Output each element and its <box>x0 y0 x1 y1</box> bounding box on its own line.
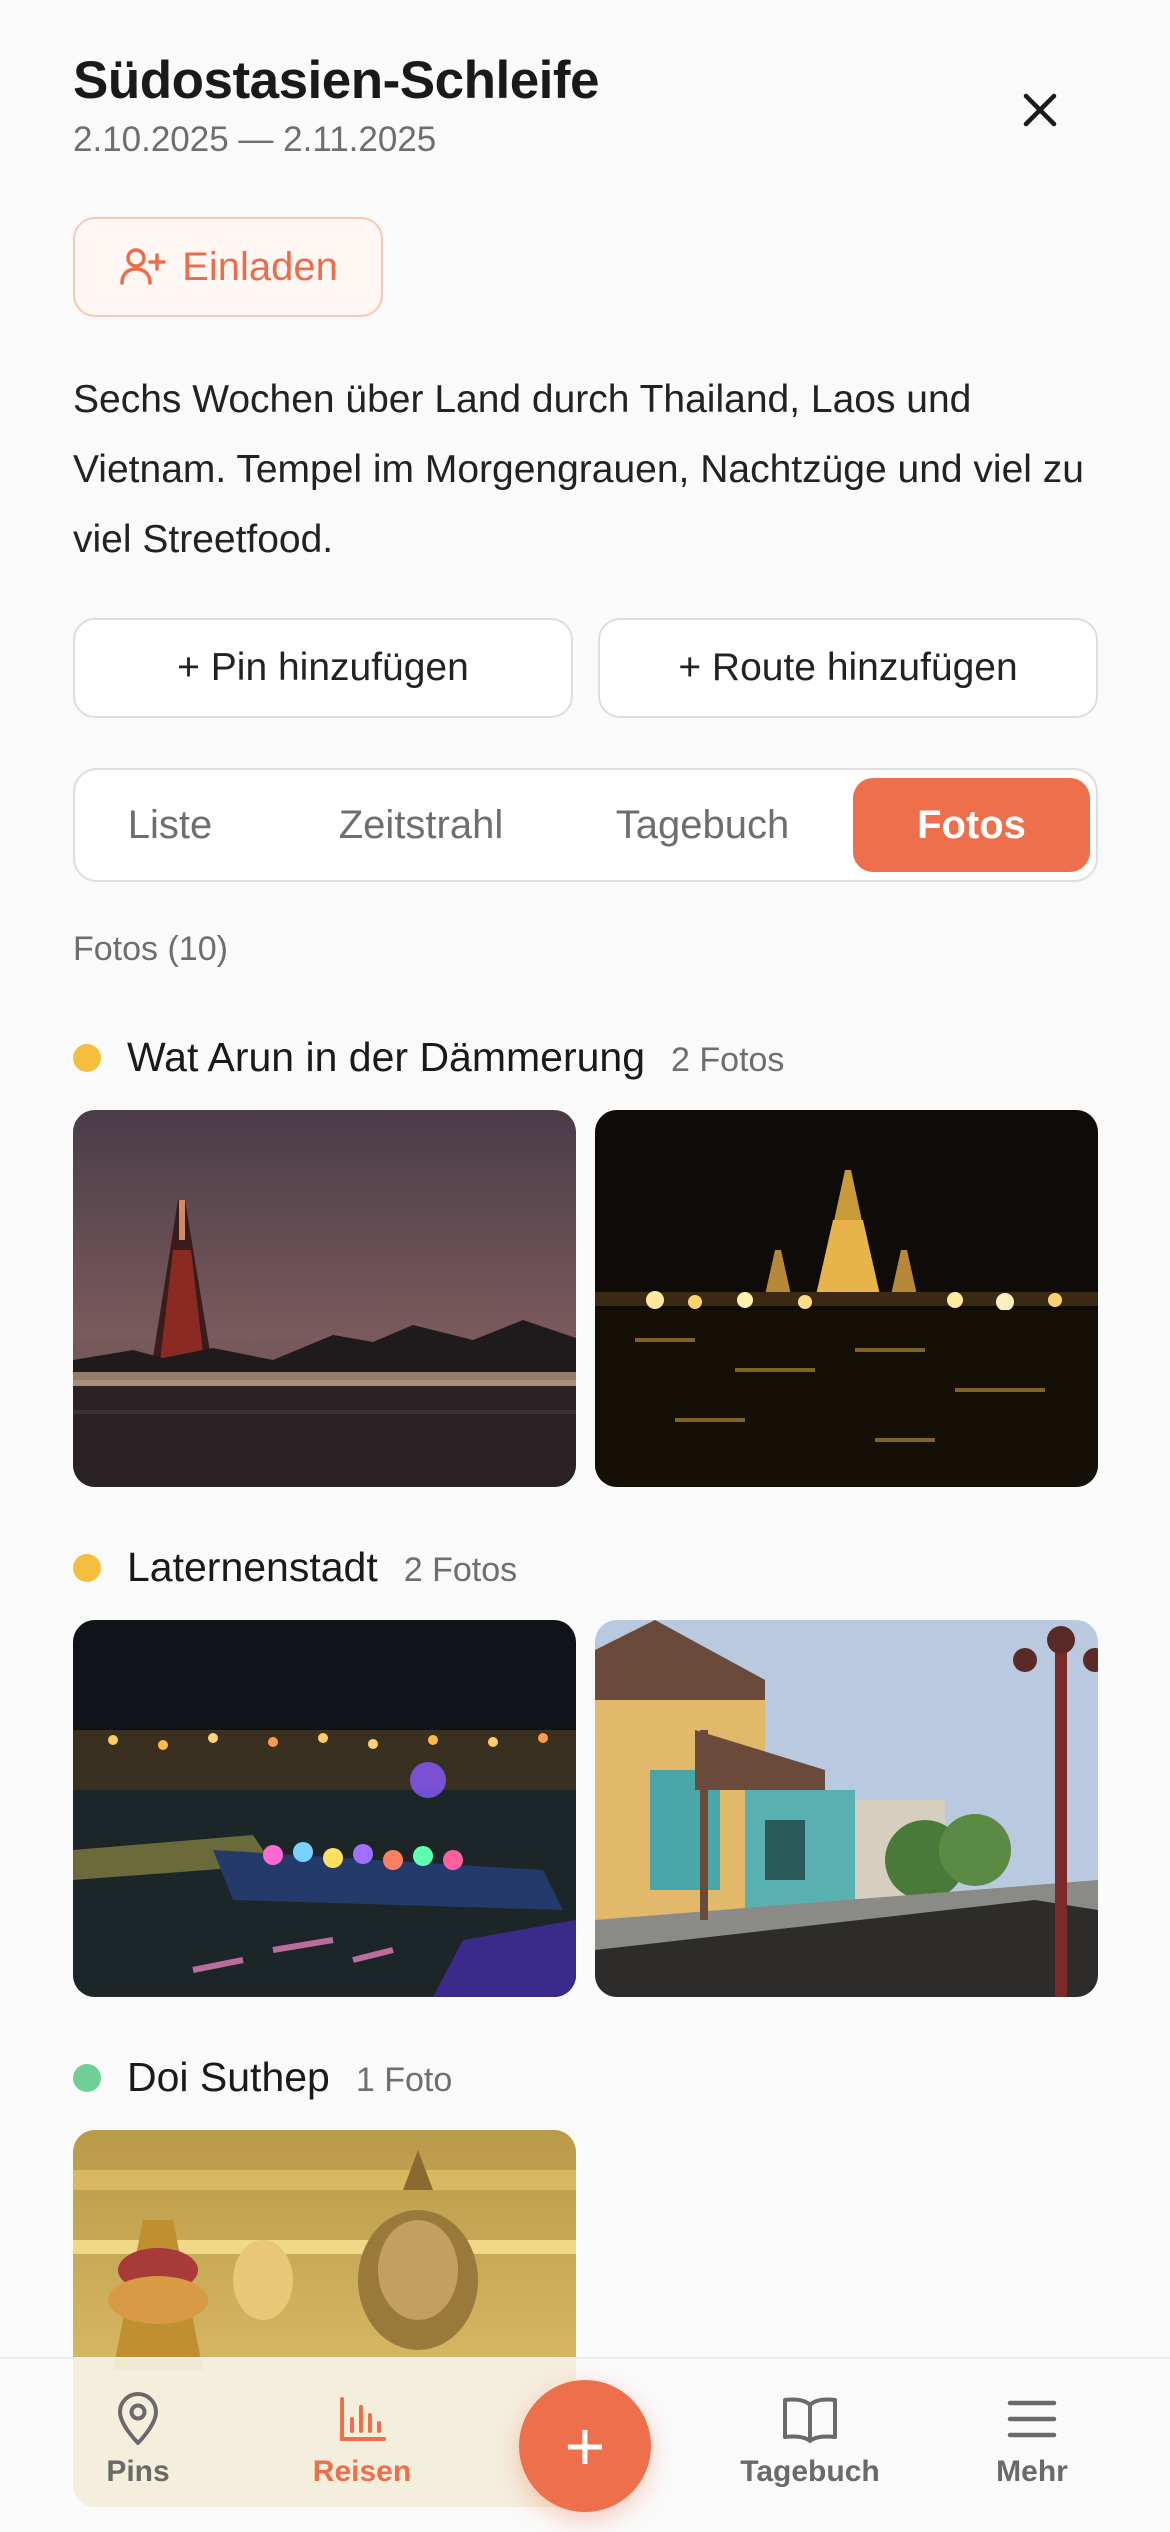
photo-thumbnail[interactable] <box>73 1620 576 1997</box>
tab-zeitstrahl[interactable]: Zeitstrahl <box>317 778 525 872</box>
trip-detail-page: Südostasien-Schleife 2.10.2025 — 2.11.20… <box>0 0 1170 2532</box>
trip-description: Sechs Wochen über Land durch Thailand, L… <box>73 378 1084 561</box>
close-icon <box>1023 93 1057 127</box>
photos-count: Fotos (10) <box>73 930 228 968</box>
photo-thumbnail[interactable] <box>595 1110 1098 1487</box>
photo-group-header: Doi Suthep 1 Foto <box>73 2054 452 2101</box>
group-count: 2 Fotos <box>671 1041 785 1079</box>
nav-pins[interactable]: Pins <box>38 2391 238 2489</box>
trip-title: Südostasien-Schleife <box>73 51 600 110</box>
group-name: Laternenstadt <box>127 1544 378 1590</box>
add-button[interactable]: + <box>519 2380 651 2512</box>
nav-tagebuch[interactable]: Tagebuch <box>710 2391 910 2489</box>
nav-reisen-label: Reisen <box>312 2455 412 2488</box>
nav-pins-label: Pins <box>106 2455 170 2488</box>
group-dot <box>73 1553 101 1582</box>
view-tabs: Liste Zeitstrahl Tagebuch Fotos <box>73 768 1098 882</box>
add-route-button[interactable]: + Route hinzufügen <box>598 618 1098 718</box>
group-name: Wat Arun in der Dämmerung <box>127 1034 646 1080</box>
close-button[interactable] <box>1010 80 1070 140</box>
add-pin-button[interactable]: + Pin hinzufügen <box>73 618 573 718</box>
group-count: 2 Fotos <box>403 1551 518 1589</box>
nav-mehr[interactable]: Mehr <box>932 2391 1132 2489</box>
group-dot <box>73 1043 101 1072</box>
tab-fotos[interactable]: Fotos <box>853 778 1090 872</box>
trip-dates: 2.10.2025 — 2.11.2025 <box>73 120 437 159</box>
tab-tagebuch[interactable]: Tagebuch <box>585 778 820 872</box>
nav-reisen[interactable]: Reisen <box>262 2391 462 2489</box>
group-count: 1 Foto <box>355 2061 453 2099</box>
group-name: Doi Suthep <box>127 2054 330 2100</box>
nav-mehr-label: Mehr <box>996 2455 1068 2488</box>
photo-group-header: Wat Arun in der Dämmerung 2 Fotos <box>73 1034 784 1081</box>
nav-tagebuch-label: Tagebuch <box>740 2455 880 2488</box>
photo-thumbnail[interactable] <box>595 1620 1098 1997</box>
invite-label: Einladen <box>182 244 338 289</box>
tab-liste[interactable]: Liste <box>85 778 255 872</box>
photo-thumbnail[interactable] <box>73 1110 576 1487</box>
chart-bars-icon <box>340 2397 386 2441</box>
add-user-icon <box>120 248 166 285</box>
invite-button[interactable]: Einladen <box>73 217 383 317</box>
menu-icon <box>1007 2400 1057 2438</box>
group-dot <box>73 2063 101 2092</box>
open-book-icon <box>783 2397 837 2443</box>
photo-group-header: Laternenstadt 2 Fotos <box>73 1544 517 1591</box>
map-pin-icon <box>118 2392 158 2445</box>
